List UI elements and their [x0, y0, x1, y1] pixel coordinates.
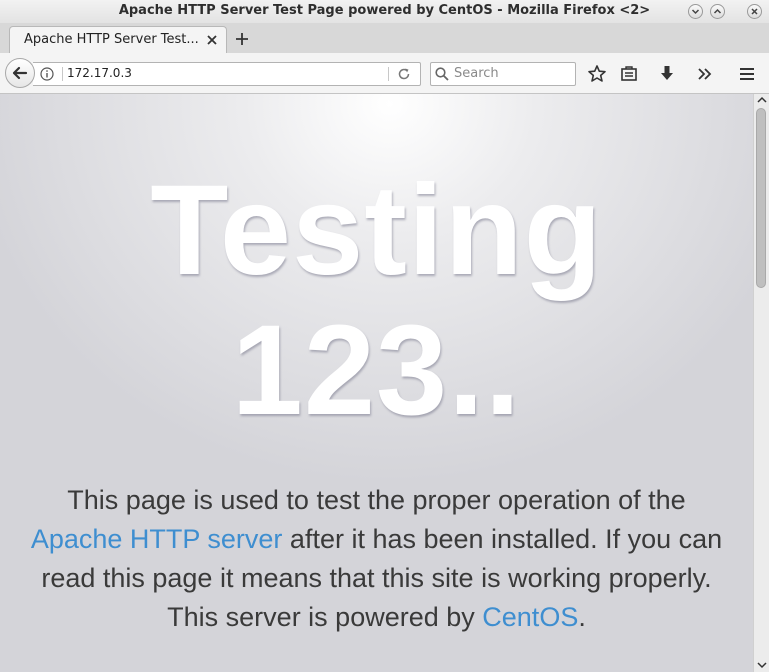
- tab-label: Apache HTTP Server Test...: [24, 32, 199, 47]
- scroll-up-icon[interactable]: [757, 96, 767, 104]
- url-separator: [62, 67, 63, 81]
- maximize-icon[interactable]: [710, 4, 725, 19]
- close-icon[interactable]: [747, 4, 762, 19]
- search-placeholder: Search: [454, 66, 499, 81]
- vertical-scrollbar[interactable]: [753, 94, 769, 672]
- tab-apache-test-page[interactable]: Apache HTTP Server Test...: [9, 26, 227, 53]
- info-icon[interactable]: [40, 67, 54, 81]
- scroll-down-icon[interactable]: [757, 661, 767, 669]
- url-separator: [388, 67, 389, 81]
- tab-close-icon[interactable]: [207, 35, 217, 45]
- download-icon[interactable]: [657, 64, 677, 84]
- url-text[interactable]: 172.17.0.3: [67, 66, 132, 80]
- search-bar[interactable]: Search: [430, 62, 576, 86]
- window-titlebar[interactable]: Apache HTTP Server Test Page powered by …: [0, 0, 769, 24]
- minimize-icon[interactable]: [688, 4, 703, 19]
- tab-strip: Apache HTTP Server Test...: [0, 23, 769, 53]
- heading-123: 123..: [231, 299, 522, 442]
- new-tab-icon[interactable]: [234, 31, 250, 47]
- intro-paragraph: This page is used to test the proper ope…: [30, 481, 723, 637]
- url-bar[interactable]: 172.17.0.3: [33, 62, 421, 86]
- reading-list-icon[interactable]: [619, 64, 639, 84]
- heading-testing: Testing: [150, 159, 603, 302]
- scrollbar-thumb[interactable]: [756, 108, 766, 288]
- back-button[interactable]: [5, 58, 35, 88]
- hamburger-menu-icon[interactable]: [737, 64, 757, 84]
- page-content: Testing 123.. This page is used to test …: [0, 94, 753, 672]
- reload-icon[interactable]: [397, 67, 411, 81]
- back-icon: [12, 66, 28, 80]
- intro-text: This page is used to test the proper ope…: [67, 485, 686, 515]
- window-title: Apache HTTP Server Test Page powered by …: [118, 3, 651, 18]
- navigation-toolbar: 172.17.0.3 Search: [0, 53, 769, 94]
- intro-text: .: [578, 602, 586, 632]
- search-icon: [435, 67, 449, 81]
- bookmark-star-icon[interactable]: [587, 64, 607, 84]
- apache-http-server-link[interactable]: Apache HTTP server: [31, 524, 283, 554]
- centos-link[interactable]: CentOS: [482, 602, 578, 632]
- overflow-chevron-icon[interactable]: [695, 64, 715, 84]
